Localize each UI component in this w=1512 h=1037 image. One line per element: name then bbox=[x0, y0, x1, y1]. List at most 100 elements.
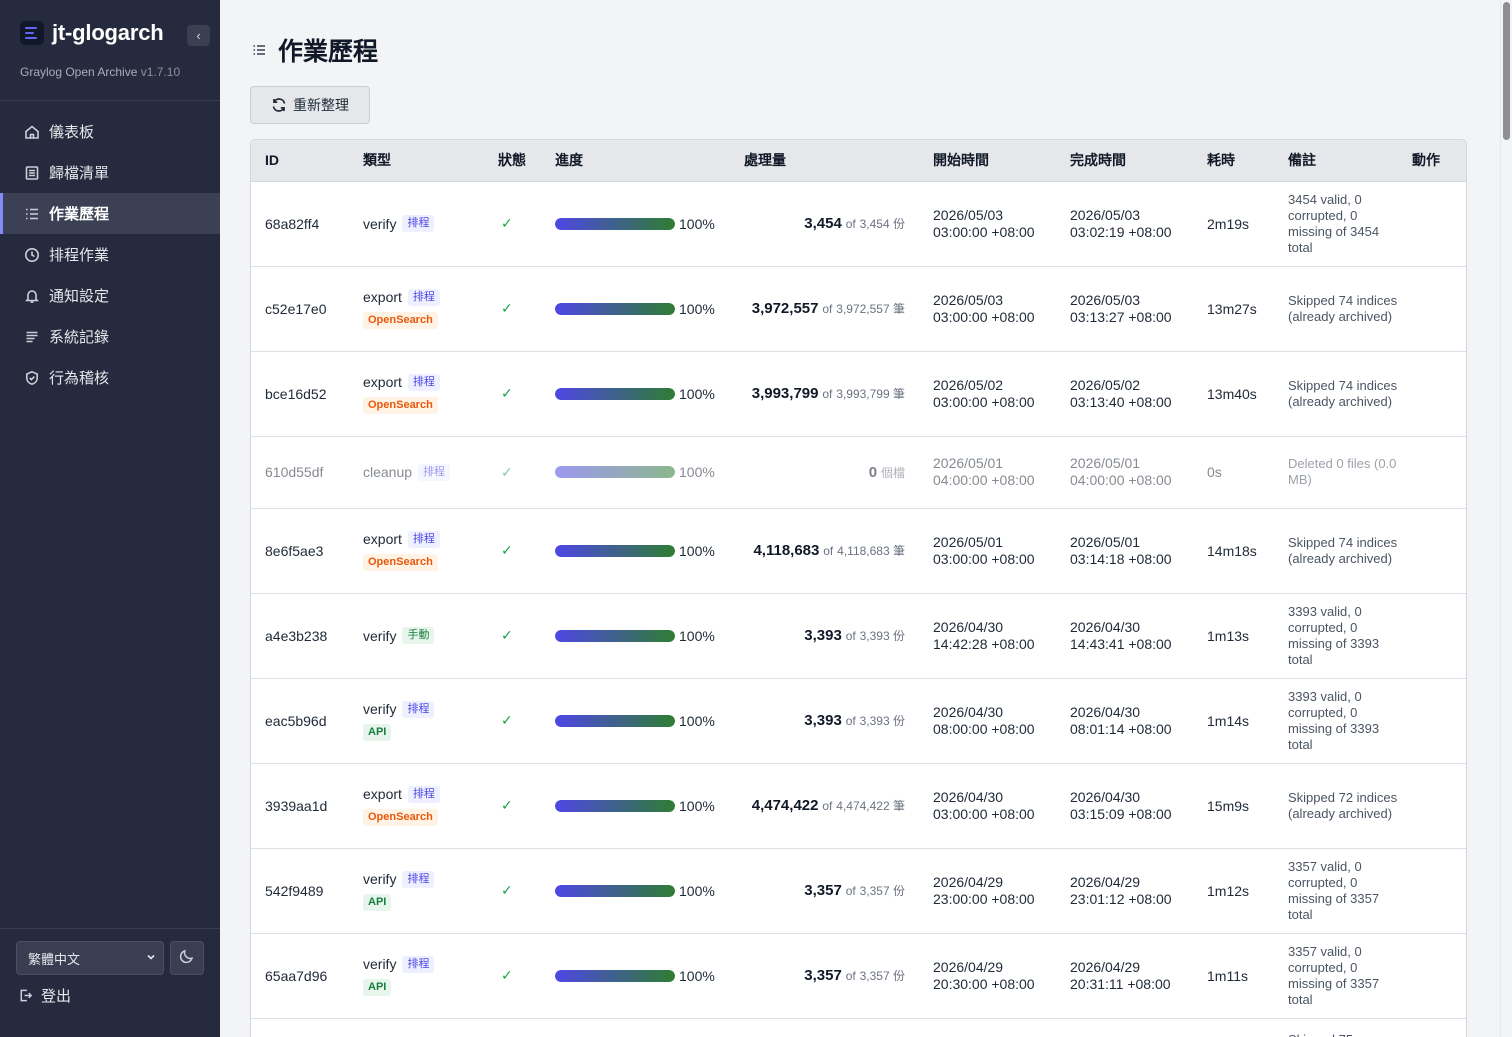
processed-count: 3,357 bbox=[804, 882, 842, 899]
job-id: 542f9489 bbox=[251, 848, 349, 934]
sidebar-item-job-history[interactable]: 作業歷程 bbox=[0, 193, 220, 234]
processed-count: 3,972,557 bbox=[751, 300, 819, 317]
progress-bar bbox=[555, 302, 675, 315]
job-note: Skipped 74 indices (already archived) bbox=[1274, 266, 1398, 352]
start-time: 2026/04/30 14:42:28 +08:00 bbox=[919, 593, 1056, 679]
language-select[interactable]: 繁體中文 bbox=[16, 941, 164, 975]
table-row[interactable]: 8e6f5ae3 export 排程 OpenSearch ✓ 100% 4,118,683… bbox=[251, 508, 1466, 594]
check-icon: ✓ bbox=[501, 882, 513, 898]
finish-time: 2026/05/01 03:14:18 +08:00 bbox=[1056, 508, 1193, 594]
table-row[interactable]: 65aa7d96 verify 排程 API ✓ 100% 3,357 of 3,357 份… bbox=[251, 933, 1466, 1019]
column-header-action: 動作 bbox=[1398, 140, 1466, 182]
progress: 100% bbox=[555, 216, 730, 232]
sidebar-item-archives[interactable]: 歸檔清單 bbox=[0, 152, 220, 193]
progress-bar-fill bbox=[555, 629, 675, 642]
start-time: 2026/05/03 03:00:00 +08:00 bbox=[919, 266, 1056, 352]
start-time: 2026/05/01 03:00:00 +08:00 bbox=[919, 508, 1056, 594]
column-header-progress[interactable]: 進度 bbox=[541, 140, 730, 182]
status-cell: ✓ bbox=[484, 508, 541, 594]
page-scrollbar[interactable] bbox=[1500, 0, 1512, 1037]
progress-bar-fill bbox=[555, 884, 675, 897]
action-cell bbox=[1398, 1018, 1466, 1037]
table-row[interactable]: Skipped 75 bbox=[251, 1018, 1466, 1037]
sidebar-item-label: 行為稽核 bbox=[49, 370, 110, 387]
table-row[interactable]: bce16d52 export 排程 OpenSearch ✓ 100% 3,993,799… bbox=[251, 351, 1466, 437]
table-row[interactable]: 68a82ff4 verify 排程 ✓ 100% 3,454 of 3,454 份 202… bbox=[251, 181, 1466, 267]
sidebar-item-audit[interactable]: 行為稽核 bbox=[0, 357, 220, 398]
source-badge-wrap: API bbox=[363, 892, 484, 911]
table-row[interactable]: a4e3b238 verify 手動 ✓ 100% 3,393 of 3,393 份 202… bbox=[251, 593, 1466, 679]
column-header-type[interactable]: 類型 bbox=[349, 140, 484, 182]
theme-toggle-button[interactable] bbox=[170, 941, 204, 975]
column-header-finish[interactable]: 完成時間 bbox=[1056, 140, 1193, 182]
job-note: 3393 valid, 0 corrupted, 0 missing of 33… bbox=[1274, 593, 1398, 679]
refresh-button[interactable]: 重新整理 bbox=[250, 86, 370, 124]
trigger-badge: 排程 bbox=[402, 870, 435, 888]
progress-percent: 100% bbox=[679, 464, 715, 480]
table-body: 68a82ff4 verify 排程 ✓ 100% 3,454 of 3,454 份 202… bbox=[251, 181, 1466, 1037]
job-note: 3454 valid, 0 corrupted, 0 missing of 34… bbox=[1274, 181, 1398, 267]
table-row[interactable]: eac5b96d verify 排程 API ✓ 100% 3,393 of 3,393 份… bbox=[251, 678, 1466, 764]
job-id: eac5b96d bbox=[251, 678, 349, 764]
log-icon bbox=[24, 329, 40, 345]
total-count: 3,357 份 bbox=[859, 884, 905, 898]
amount-of-label: of bbox=[845, 884, 856, 898]
job-type: verify bbox=[363, 701, 397, 717]
home-icon bbox=[24, 124, 40, 140]
sidebar-item-notifications[interactable]: 通知設定 bbox=[0, 275, 220, 316]
sidebar-item-dashboard[interactable]: 儀表板 bbox=[0, 111, 220, 152]
table-row[interactable]: c52e17e0 export 排程 OpenSearch ✓ 100% 3,972,557… bbox=[251, 266, 1466, 352]
sidebar-item-scheduled-jobs[interactable]: 排程作業 bbox=[0, 234, 220, 275]
duration: 13m27s bbox=[1193, 266, 1274, 352]
column-header-status[interactable]: 狀態 bbox=[484, 140, 541, 182]
job-id: bce16d52 bbox=[251, 351, 349, 437]
progress-cell: 100% bbox=[541, 508, 730, 594]
column-header-note[interactable]: 備註 bbox=[1274, 140, 1398, 182]
finish-time: 2026/05/03 03:13:27 +08:00 bbox=[1056, 266, 1193, 352]
scrollbar-thumb[interactable] bbox=[1503, 2, 1510, 140]
job-id: 65aa7d96 bbox=[251, 933, 349, 1019]
column-header-start[interactable]: 開始時間 bbox=[919, 140, 1056, 182]
amount-of-label: of bbox=[823, 544, 834, 558]
sidebar: jt-glogarch ‹ Graylog Open Archive v1.7.… bbox=[0, 0, 220, 1037]
job-type-line: cleanup 排程 bbox=[363, 463, 484, 481]
job-note: Skipped 75 bbox=[1274, 1018, 1398, 1037]
check-icon: ✓ bbox=[501, 215, 513, 231]
finish-time: 2026/04/30 08:01:14 +08:00 bbox=[1056, 678, 1193, 764]
logout-button[interactable]: 登出 bbox=[18, 985, 71, 1006]
status-cell: ✓ bbox=[484, 933, 541, 1019]
progress-cell: 100% bbox=[541, 351, 730, 437]
duration: 2m19s bbox=[1193, 181, 1274, 267]
brand[interactable]: jt-glogarch bbox=[20, 20, 164, 46]
list-icon bbox=[253, 45, 265, 55]
progress-bar-fill bbox=[555, 799, 675, 812]
trigger-badge: 排程 bbox=[402, 955, 435, 973]
shield-icon bbox=[24, 370, 40, 386]
status-cell bbox=[484, 1018, 541, 1037]
sidebar-nav: 儀表板 歸檔清單 作業歷程 排程作業 通知設定 系統記錄 行為稽核 bbox=[0, 111, 220, 398]
table-row[interactable]: 3939aa1d export 排程 OpenSearch ✓ 100% 4,474,422… bbox=[251, 763, 1466, 849]
job-type-cell bbox=[349, 1018, 484, 1037]
collapse-sidebar-button[interactable]: ‹ bbox=[187, 25, 210, 46]
table-row[interactable]: 542f9489 verify 排程 API ✓ 100% 3,357 of 3,357 份… bbox=[251, 848, 1466, 934]
job-type-line: verify 手動 bbox=[363, 627, 484, 644]
column-header-id[interactable]: ID bbox=[251, 140, 349, 182]
duration: 1m12s bbox=[1193, 848, 1274, 934]
column-header-amount[interactable]: 處理量 bbox=[730, 140, 919, 182]
table-row[interactable]: 610d55df cleanup 排程 ✓ 100% 0 個檔 2026/05/01 04:… bbox=[251, 436, 1466, 509]
start-time: 2026/04/30 08:00:00 +08:00 bbox=[919, 678, 1056, 764]
chevron-down-icon bbox=[145, 951, 157, 966]
processed-count: 4,118,683 bbox=[753, 542, 820, 559]
amount-cell: 3,972,557 of 3,972,557 筆 bbox=[730, 266, 919, 352]
duration: 1m14s bbox=[1193, 678, 1274, 764]
sidebar-item-system-log[interactable]: 系統記錄 bbox=[0, 316, 220, 357]
job-id bbox=[251, 1018, 349, 1037]
trigger-badge: 手動 bbox=[402, 627, 435, 644]
check-icon: ✓ bbox=[501, 797, 513, 813]
start-time: 2026/04/29 23:00:00 +08:00 bbox=[919, 848, 1056, 934]
source-badge-wrap: OpenSearch bbox=[363, 807, 484, 826]
source-badge: OpenSearch bbox=[363, 396, 438, 414]
refresh-icon bbox=[272, 98, 286, 112]
duration: 1m13s bbox=[1193, 593, 1274, 679]
column-header-duration[interactable]: 耗時 bbox=[1193, 140, 1274, 182]
